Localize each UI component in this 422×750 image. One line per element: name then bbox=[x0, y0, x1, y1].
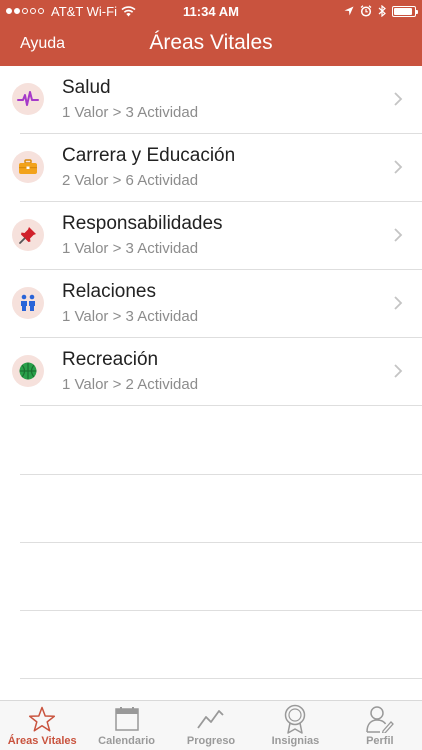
list-item-responsabilidades[interactable]: Responsabilidades 1 Valor > 3 Actividad bbox=[0, 202, 422, 270]
chevron-right-icon bbox=[394, 92, 403, 106]
tab-insignias[interactable]: Insignias bbox=[253, 701, 337, 750]
list-item-title: Carrera y Educación bbox=[62, 145, 236, 166]
tab-label: Calendario bbox=[98, 735, 156, 747]
list-item-title: Recreación bbox=[62, 349, 159, 370]
list-item-salud[interactable]: Salud 1 Valor > 3 Actividad bbox=[0, 66, 422, 134]
list-item-detail: 2 Valor > 6 Actividad bbox=[62, 172, 199, 189]
tab-progreso[interactable]: Progreso bbox=[169, 701, 253, 750]
page-title: Áreas Vitales bbox=[149, 31, 273, 54]
chevron-right-icon bbox=[394, 296, 403, 310]
list-item-detail: 1 Valor > 3 Actividad bbox=[62, 308, 199, 325]
battery-level bbox=[394, 7, 412, 15]
list-item-title: Salud bbox=[62, 77, 111, 98]
list-item-relaciones[interactable]: Relaciones 1 Valor > 3 Actividad bbox=[0, 270, 422, 338]
badge-icon bbox=[280, 704, 310, 734]
ball-icon bbox=[12, 355, 44, 387]
life-areas-list: Salud 1 Valor > 3 Actividad Carrera y Ed… bbox=[0, 66, 422, 406]
bluetooth-icon bbox=[378, 5, 386, 17]
chevron-right-icon bbox=[394, 228, 403, 242]
heartbeat-icon bbox=[12, 83, 44, 115]
divider bbox=[20, 474, 422, 475]
status-bar: AT&T Wi-Fi 11:34 AM bbox=[0, 0, 422, 22]
location-icon bbox=[344, 6, 354, 16]
star-icon bbox=[27, 705, 57, 733]
profile-icon bbox=[365, 705, 395, 733]
list-item-title: Relaciones bbox=[62, 281, 156, 302]
wifi-icon bbox=[121, 5, 136, 16]
divider bbox=[20, 678, 422, 679]
list-item-detail: 1 Valor > 2 Actividad bbox=[62, 376, 199, 393]
list-item-detail: 1 Valor > 3 Actividad bbox=[62, 240, 199, 257]
chevron-right-icon bbox=[394, 364, 403, 378]
briefcase-icon bbox=[12, 151, 44, 183]
list-item-title: Responsabilidades bbox=[62, 213, 223, 234]
tab-calendario[interactable]: Calendario bbox=[84, 701, 168, 750]
list-item-detail: 1 Valor > 3 Actividad bbox=[62, 104, 199, 121]
calendar-icon bbox=[112, 705, 142, 733]
alarm-icon bbox=[360, 5, 372, 17]
tab-perfil[interactable]: Perfil bbox=[338, 701, 422, 750]
signal-icon bbox=[6, 8, 44, 14]
list-item-carrera[interactable]: Carrera y Educación 2 Valor > 6 Activida… bbox=[0, 134, 422, 202]
battery-icon bbox=[392, 5, 418, 17]
navigation-bar: Ayuda Áreas Vitales bbox=[0, 22, 422, 66]
tab-label: Áreas Vitales bbox=[7, 735, 77, 747]
tab-bar: Áreas Vitales Calendario Progreso Insign… bbox=[0, 700, 422, 750]
pushpin-icon bbox=[12, 219, 44, 251]
tab-label: Insignias bbox=[271, 735, 320, 747]
tab-areas-vitales[interactable]: Áreas Vitales bbox=[0, 701, 84, 750]
divider bbox=[20, 610, 422, 611]
people-icon bbox=[12, 287, 44, 319]
divider bbox=[20, 542, 422, 543]
chart-line-icon bbox=[196, 705, 226, 733]
tab-label: Perfil bbox=[366, 735, 394, 747]
status-left: AT&T Wi-Fi bbox=[6, 4, 136, 19]
chevron-right-icon bbox=[394, 160, 403, 174]
status-right bbox=[344, 5, 418, 17]
list-item-recreacion[interactable]: Recreación 1 Valor > 2 Actividad bbox=[0, 338, 422, 406]
carrier-label: AT&T Wi-Fi bbox=[51, 3, 117, 19]
tab-label: Progreso bbox=[186, 735, 236, 747]
